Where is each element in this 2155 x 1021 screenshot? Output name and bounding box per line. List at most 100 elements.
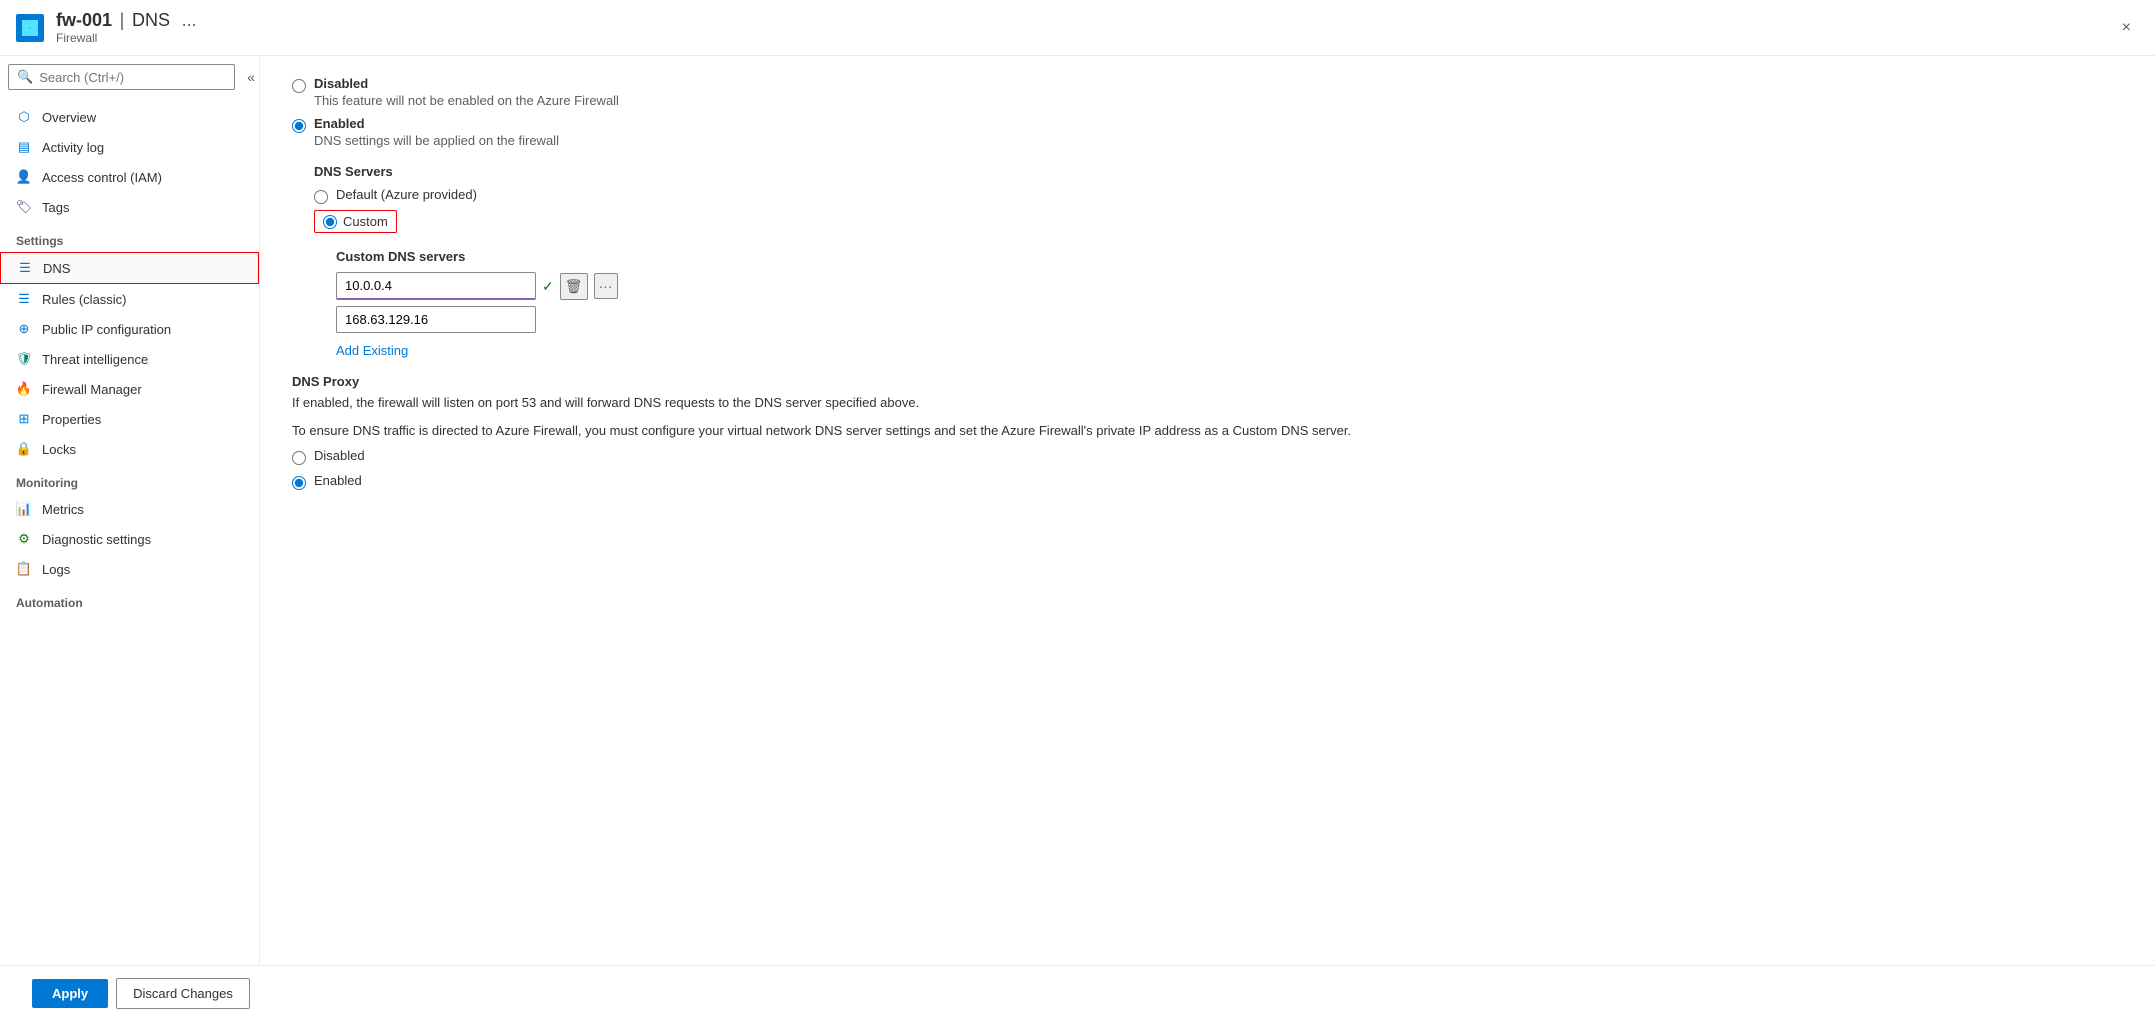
resource-name: fw-001 — [56, 10, 112, 30]
main-layout: 🔍 « ⬡ Overview ▤ Activity log 👤 Access c… — [0, 56, 2155, 965]
proxy-disabled-radio[interactable] — [292, 451, 306, 465]
activity-log-icon: ▤ — [16, 139, 32, 155]
sidebar-item-firewall-manager[interactable]: 🔥 Firewall Manager — [0, 374, 259, 404]
enabled-label: Enabled — [314, 116, 365, 131]
sidebar-item-access-control[interactable]: 👤 Access control (IAM) — [0, 162, 259, 192]
settings-section-header: Settings — [0, 222, 259, 252]
dns-server-input-2[interactable] — [336, 306, 536, 333]
sidebar-item-activity-log[interactable]: ▤ Activity log — [0, 132, 259, 162]
enabled-radio-item: Enabled — [292, 116, 2123, 133]
custom-dns-servers-label: Custom DNS servers — [336, 249, 2123, 264]
metrics-icon: 📊 — [16, 501, 32, 517]
dns-proxy-title: DNS Proxy — [292, 374, 2123, 389]
enabled-option: Enabled DNS settings will be applied on … — [292, 116, 2123, 148]
diagnostic-icon: ⚙ — [16, 531, 32, 547]
rules-icon: ☰ — [16, 291, 32, 307]
sidebar-item-overview[interactable]: ⬡ Overview — [0, 102, 259, 132]
sidebar-item-public-ip[interactable]: ⊕ Public IP configuration — [0, 314, 259, 344]
dns-server-row-2 — [336, 306, 2123, 333]
apply-button[interactable]: Apply — [32, 979, 108, 1008]
collapse-icon[interactable]: « — [243, 67, 259, 87]
search-box[interactable]: 🔍 — [8, 64, 235, 90]
header-title-group: fw-001 | DNS ... Firewall — [56, 10, 197, 45]
sidebar-item-label: Firewall Manager — [42, 382, 142, 397]
default-dns-option: Default (Azure provided) — [314, 187, 2123, 204]
custom-dns-box: Custom — [314, 210, 397, 233]
dns-icon: ☰ — [17, 260, 33, 276]
custom-dns-label: Custom — [343, 214, 388, 229]
validate-icon-1: ✓ — [542, 278, 554, 295]
sidebar-item-label: Public IP configuration — [42, 322, 171, 337]
overview-icon: ⬡ — [16, 109, 32, 125]
custom-dns-radio[interactable] — [323, 215, 337, 229]
dns-servers-section: DNS Servers Default (Azure provided) Cus… — [314, 164, 2123, 358]
discard-button[interactable]: Discard Changes — [116, 978, 250, 1009]
logs-icon: 📋 — [16, 561, 32, 577]
sidebar: 🔍 « ⬡ Overview ▤ Activity log 👤 Access c… — [0, 56, 260, 965]
enabled-radio[interactable] — [292, 119, 306, 133]
dns-server-input-1[interactable] — [336, 272, 536, 300]
top-bar: fw-001 | DNS ... Firewall × — [0, 0, 2155, 56]
automation-section-header: Automation — [0, 584, 259, 614]
disabled-desc: This feature will not be enabled on the … — [314, 93, 2123, 108]
sidebar-item-label: Diagnostic settings — [42, 532, 151, 547]
more-options-server-btn-1[interactable]: ··· — [594, 273, 618, 299]
sidebar-item-label: Tags — [42, 200, 69, 215]
tags-icon: 🏷 — [16, 199, 32, 215]
monitoring-section-header: Monitoring — [0, 464, 259, 494]
sidebar-item-rules-classic[interactable]: ☰ Rules (classic) — [0, 284, 259, 314]
firewall-manager-icon: 🔥 — [16, 381, 32, 397]
sidebar-item-label: DNS — [43, 261, 70, 276]
sidebar-item-label: Activity log — [42, 140, 104, 155]
locks-icon: 🔒 — [16, 441, 32, 457]
page-title: DNS — [132, 10, 170, 30]
dns-proxy-desc2: To ensure DNS traffic is directed to Azu… — [292, 421, 2123, 441]
title-separator: | — [120, 10, 125, 30]
sidebar-item-metrics[interactable]: 📊 Metrics — [0, 494, 259, 524]
enable-disable-section: Disabled This feature will not be enable… — [292, 76, 2123, 506]
public-ip-icon: ⊕ — [16, 321, 32, 337]
resource-icon — [16, 14, 44, 42]
access-control-icon: 👤 — [16, 169, 32, 185]
sidebar-item-tags[interactable]: 🏷 Tags — [0, 192, 259, 222]
sidebar-item-label: Logs — [42, 562, 70, 577]
default-dns-radio[interactable] — [314, 190, 328, 204]
bottom-bar: Apply Discard Changes — [0, 965, 2155, 1021]
search-icon: 🔍 — [17, 69, 33, 85]
search-input[interactable] — [39, 70, 226, 85]
dns-proxy-section: DNS Proxy If enabled, the firewall will … — [292, 374, 2123, 490]
sidebar-item-logs[interactable]: 📋 Logs — [0, 554, 259, 584]
enabled-desc: DNS settings will be applied on the fire… — [314, 133, 2123, 148]
sidebar-item-label: Threat intelligence — [42, 352, 148, 367]
proxy-disabled-label: Disabled — [314, 448, 365, 463]
default-dns-label: Default (Azure provided) — [336, 187, 477, 202]
sidebar-item-locks[interactable]: 🔒 Locks — [0, 434, 259, 464]
sidebar-item-label: Locks — [42, 442, 76, 457]
disabled-radio[interactable] — [292, 79, 306, 93]
sidebar-item-label: Metrics — [42, 502, 84, 517]
sidebar-navigation: ⬡ Overview ▤ Activity log 👤 Access contr… — [0, 98, 259, 965]
sidebar-item-label: Overview — [42, 110, 96, 125]
enable-radio-group: Disabled This feature will not be enable… — [292, 76, 2123, 148]
disabled-radio-item: Disabled — [292, 76, 2123, 93]
proxy-enabled-radio[interactable] — [292, 476, 306, 490]
proxy-disabled-item: Disabled — [292, 448, 2123, 465]
sidebar-item-dns[interactable]: ☰ DNS — [0, 252, 259, 284]
proxy-enabled-item: Enabled — [292, 473, 2123, 490]
dns-server-row-1: ✓ 🗑 ··· — [336, 272, 2123, 300]
sidebar-item-diagnostic-settings[interactable]: ⚙ Diagnostic settings — [0, 524, 259, 554]
add-existing-link[interactable]: Add Existing — [336, 343, 408, 358]
disabled-label: Disabled — [314, 76, 368, 91]
more-options-btn[interactable]: ... — [182, 10, 197, 30]
custom-dns-option-wrapper: Custom — [314, 210, 2123, 233]
properties-icon: ⊞ — [16, 411, 32, 427]
threat-intel-icon: 🛡 — [16, 351, 32, 367]
content-area: Disabled This feature will not be enable… — [260, 56, 2155, 965]
sidebar-item-properties[interactable]: ⊞ Properties — [0, 404, 259, 434]
proxy-radio-group: Disabled Enabled — [292, 448, 2123, 490]
dns-server-options: Default (Azure provided) Custom — [314, 187, 2123, 233]
sidebar-item-threat-intel[interactable]: 🛡 Threat intelligence — [0, 344, 259, 374]
delete-server-btn-1[interactable]: 🗑 — [560, 273, 588, 300]
close-button[interactable]: × — [2114, 15, 2139, 41]
sidebar-item-label: Rules (classic) — [42, 292, 127, 307]
